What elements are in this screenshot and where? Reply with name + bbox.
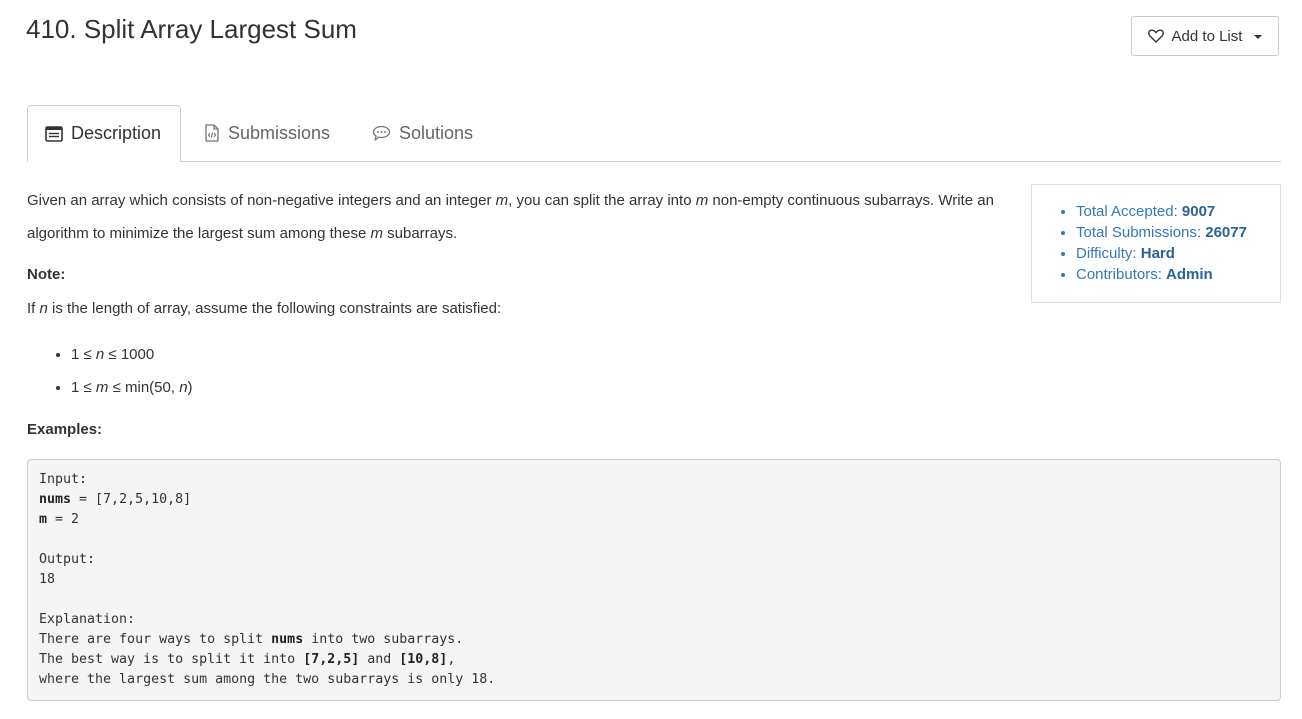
- var-m: m: [370, 225, 383, 242]
- tab-submissions[interactable]: Submissions: [204, 105, 330, 161]
- stat-value: 9007: [1181, 203, 1216, 220]
- code-text: There are four ways to split: [39, 632, 272, 647]
- code-text: ,: [447, 652, 456, 667]
- stat-total-accepted: Total Accepted: 9007: [1076, 201, 1280, 222]
- var-n: n: [39, 300, 48, 317]
- code-text: nums: [271, 632, 304, 647]
- note-heading: Note:: [27, 266, 66, 283]
- constraint-part: ≤ 1000: [104, 346, 155, 363]
- problem-description: Given an array which consists of non-neg…: [27, 184, 1012, 250]
- list-item: 1 ≤ m ≤ min(50, n): [71, 377, 193, 410]
- constraint-list: 1 ≤ n ≤ 1000 1 ≤ m ≤ min(50, n): [27, 344, 193, 410]
- code-text: into two subarrays.: [303, 632, 464, 647]
- code-text: nums: [39, 492, 72, 507]
- stat-total-submissions: Total Submissions: 26077: [1076, 222, 1280, 243]
- code-text: [10,8]: [399, 652, 448, 667]
- tab-description[interactable]: Description: [27, 105, 181, 162]
- code-text: and: [359, 652, 400, 667]
- constraint-prefix: If: [27, 300, 40, 317]
- constraint-part: 1 ≤: [71, 346, 96, 363]
- var-n: n: [179, 379, 188, 396]
- code-text: = [7,2,5,10,8]: [71, 492, 192, 507]
- page-title: 410. Split Array Largest Sum: [26, 14, 357, 44]
- description-text: , you can split the array into: [508, 192, 696, 209]
- tab-submissions-label: Submissions: [228, 122, 331, 143]
- constraint-part: 1 ≤: [71, 379, 96, 396]
- stat-label: Contributors:: [1076, 266, 1167, 283]
- code-text: m: [39, 512, 48, 527]
- code-text: Explanation:: [39, 612, 136, 627]
- chat-bubble-icon: [372, 125, 391, 141]
- stat-difficulty: Difficulty: Hard: [1076, 243, 1280, 264]
- examples-heading: Examples:: [27, 421, 103, 438]
- var-m: m: [495, 192, 509, 209]
- stat-value[interactable]: Admin: [1166, 266, 1213, 283]
- stat-value: Hard: [1140, 245, 1175, 262]
- stat-label: Total Submissions:: [1076, 224, 1206, 241]
- stat-value: 26077: [1205, 224, 1247, 241]
- constraint-text: If n is the length of array, assume the …: [27, 300, 501, 317]
- constraint-part: ): [187, 379, 193, 396]
- constraint-suffix: is the length of array, assume the follo…: [47, 300, 502, 317]
- code-text: 18: [39, 572, 56, 587]
- stat-label: Difficulty:: [1076, 245, 1141, 262]
- list-item: 1 ≤ n ≤ 1000: [71, 344, 193, 377]
- add-to-list-label: Add to List: [1171, 27, 1243, 45]
- heart-icon: [1147, 29, 1164, 43]
- var-m: m: [95, 379, 109, 396]
- code-text: = 2: [47, 512, 80, 527]
- stat-contributors: Contributors: Admin: [1076, 264, 1280, 285]
- code-file-icon: [204, 124, 220, 142]
- description-icon: [45, 125, 63, 142]
- constraint-part: ≤ min(50,: [108, 379, 180, 396]
- caret-down-icon: [1254, 35, 1263, 39]
- code-text: [7,2,5]: [303, 652, 360, 667]
- stat-label: Total Accepted:: [1076, 203, 1182, 220]
- description-text: subarrays.: [382, 225, 458, 242]
- tab-description-label: Description: [71, 123, 162, 143]
- code-text: where the largest sum among the two suba…: [39, 672, 496, 687]
- code-text: The best way is to split it into: [39, 652, 304, 667]
- code-text: Output:: [39, 552, 96, 567]
- var-m: m: [695, 192, 709, 209]
- tab-bar: Description Submissions Solutions: [27, 105, 1281, 162]
- stats-panel: Total Accepted: 9007 Total Submissions: …: [1031, 184, 1281, 303]
- tab-solutions[interactable]: Solutions: [372, 105, 473, 161]
- var-n: n: [95, 346, 105, 363]
- example-code-block: Input: nums = [7,2,5,10,8] m = 2 Output:…: [27, 459, 1281, 701]
- description-text: Given an array which consists of non-neg…: [27, 192, 496, 209]
- tab-solutions-label: Solutions: [399, 122, 474, 143]
- code-text: Input:: [39, 472, 88, 487]
- add-to-list-button[interactable]: Add to List: [1131, 16, 1279, 56]
